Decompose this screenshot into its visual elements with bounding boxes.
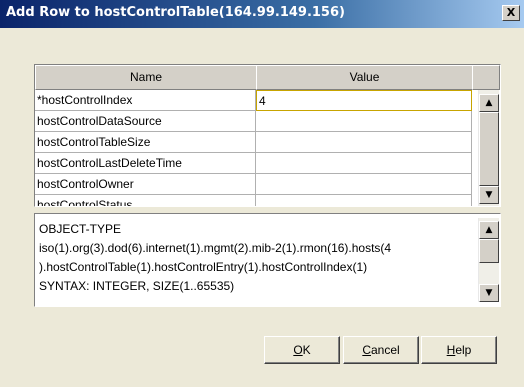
add-row-dialog: Add Row to hostControlTable(164.99.149.1… [0,0,524,387]
description-line: SYNTAX: INTEGER, SIZE(1..65535) [39,279,235,293]
column-header-value[interactable]: Value [256,65,473,90]
description-scrollbar[interactable]: ▲ ▼ [478,218,499,302]
description-line: iso(1).org(3).dod(6).internet(1).mgmt(2)… [39,241,392,255]
close-button[interactable]: X [502,5,520,21]
title-bar[interactable]: Add Row to hostControlTable(164.99.149.1… [0,0,524,28]
arrow-down-icon[interactable]: ▼ [479,284,499,302]
row-name: hostControlDataSource [35,111,256,132]
arrow-up-icon[interactable]: ▲ [479,94,499,112]
description-line: OBJECT-TYPE [39,222,122,236]
mib-description-pane: OBJECT-TYPE iso(1).org(3).dod(6).interne… [34,213,501,307]
scroll-thumb[interactable] [479,112,499,186]
help-label: elp [455,343,472,357]
table-row[interactable]: hostControlDataSource [35,111,472,132]
cancel-button[interactable]: Cancel [343,336,419,364]
arrow-down-icon[interactable]: ▼ [479,186,499,204]
row-value-input[interactable]: 4 [256,90,472,111]
table-row[interactable]: hostControlTableSize [35,132,472,153]
row-name: *hostControlIndex [35,90,256,111]
description-line: ).hostControlTable(1).hostControlEntry(1… [39,260,368,274]
attribute-table: Name Value *hostControlIndex 4 hostContr… [34,64,501,207]
ok-mnemonic: O [293,343,303,357]
cancel-label: ancel [370,343,400,357]
ok-label: K [302,343,311,357]
column-header-corner [472,65,500,90]
row-value[interactable] [256,174,472,195]
table-row[interactable]: hostControlOwner [35,174,472,195]
dialog-title: Add Row to hostControlTable(164.99.149.1… [6,5,345,20]
table-scrollbar[interactable]: ▲ ▼ [478,90,499,206]
row-name: hostControlLastDeleteTime [35,153,256,174]
cancel-mnemonic: C [362,343,371,357]
arrow-up-icon[interactable]: ▲ [479,221,499,239]
help-button[interactable]: Help [421,336,497,364]
table-row[interactable]: *hostControlIndex 4 [35,90,472,111]
row-value[interactable] [256,153,472,174]
table-row[interactable]: hostControlStatus [35,195,472,206]
table-row[interactable]: hostControlLastDeleteTime [35,153,472,174]
row-name: hostControlTableSize [35,132,256,153]
row-value[interactable] [256,132,472,153]
column-header-name[interactable]: Name [35,65,257,90]
row-value[interactable] [256,111,472,132]
row-value[interactable] [256,195,472,206]
close-icon: X [506,6,516,19]
row-name: hostControlOwner [35,174,256,195]
ok-button[interactable]: OK [264,336,340,364]
scroll-thumb[interactable] [479,239,499,263]
description-text: OBJECT-TYPE iso(1).org(3).dod(6).interne… [39,220,477,296]
row-name: hostControlStatus [35,195,256,206]
